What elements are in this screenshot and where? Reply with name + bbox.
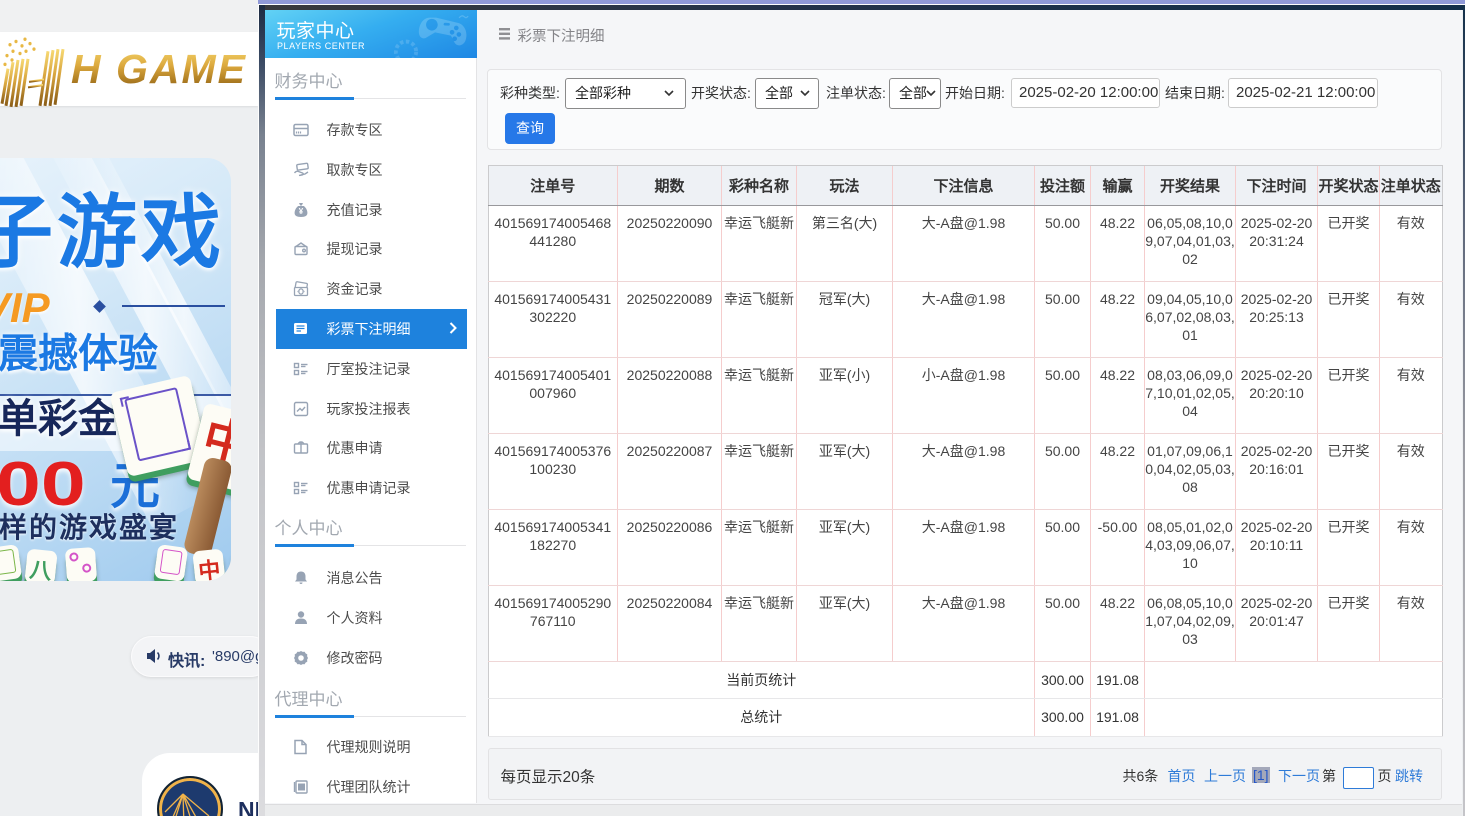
svg-text:¥: ¥ bbox=[298, 207, 303, 216]
